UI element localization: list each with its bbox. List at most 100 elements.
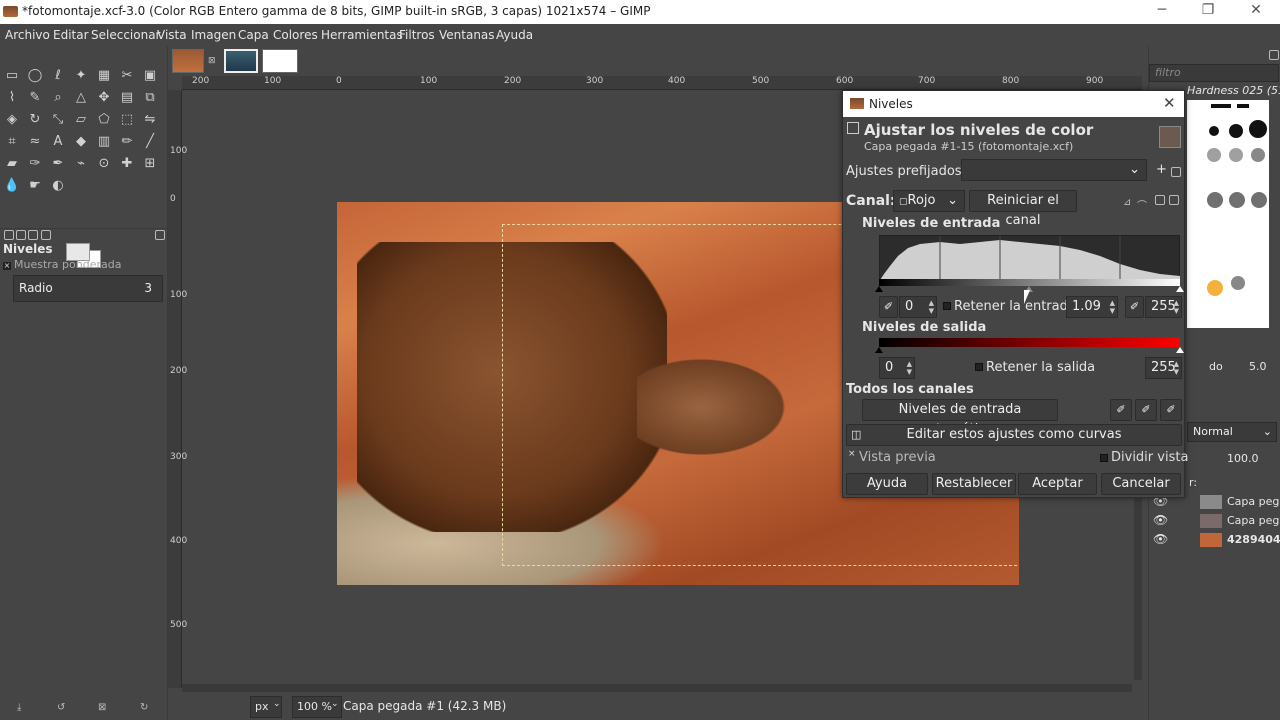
zoom-icon[interactable]: ⌕: [49, 89, 67, 107]
paths-icon[interactable]: ⌇: [3, 89, 21, 107]
measure-icon[interactable]: △: [72, 89, 90, 107]
black-point-picker-icon[interactable]: ✐: [879, 296, 898, 318]
dialog-close-icon[interactable]: ✕: [1163, 94, 1176, 112]
delete-options-icon[interactable]: ⊠: [98, 702, 108, 713]
channel-select[interactable]: ▢Rojo ⌄: [893, 190, 965, 212]
align-icon[interactable]: ▤: [118, 89, 136, 107]
output-low-handle[interactable]: [875, 347, 883, 353]
crop-icon[interactable]: ⧉: [141, 89, 159, 107]
ok-button[interactable]: Aceptar: [1018, 473, 1097, 495]
restore-options-icon[interactable]: ↺: [57, 702, 67, 713]
fuzzy-select-icon[interactable]: ✦: [72, 67, 90, 85]
device-status-tab-icon[interactable]: [41, 230, 51, 240]
white-point-picker-icon[interactable]: ✐: [1125, 296, 1144, 318]
brush-item[interactable]: [1237, 104, 1249, 108]
reset-channel-button[interactable]: Reiniciar el canal: [969, 190, 1077, 228]
brush-item[interactable]: [1231, 276, 1245, 290]
keep-output-checkbox[interactable]: [975, 363, 983, 371]
menu-colores[interactable]: Colores: [273, 28, 318, 42]
brush-item[interactable]: [1249, 120, 1267, 138]
add-preset-icon[interactable]: +: [1156, 162, 1167, 177]
histogram-toggle-icon[interactable]: [1155, 195, 1165, 205]
color-picker-icon[interactable]: ✎: [26, 89, 44, 107]
image-tab-3[interactable]: [262, 49, 298, 73]
black-picker-icon[interactable]: ✐: [1110, 399, 1132, 421]
brush-item[interactable]: [1229, 148, 1243, 162]
input-low-field[interactable]: 0 ▲ ▼: [899, 296, 937, 318]
menu-ayuda[interactable]: Ayuda: [496, 28, 533, 42]
radius-field[interactable]: Radio 3: [13, 275, 163, 302]
perspective-clone-icon[interactable]: ⊞: [141, 155, 159, 173]
spin-arrows-icon[interactable]: ▲ ▼: [929, 299, 934, 315]
presets-select[interactable]: ⌄: [961, 159, 1147, 181]
scale-icon[interactable]: ⤡: [49, 111, 67, 129]
scissors-icon[interactable]: ✂: [118, 67, 136, 85]
keep-input-checkbox[interactable]: [943, 302, 951, 310]
log-histogram-icon[interactable]: ⌒: [1137, 197, 1147, 212]
undo-history-tab-icon[interactable]: [16, 230, 26, 240]
blur-icon[interactable]: 💧: [3, 177, 21, 195]
move-icon[interactable]: ✥: [95, 89, 113, 107]
save-options-icon[interactable]: ⤓: [17, 702, 27, 713]
paintbrush-icon[interactable]: ╱: [141, 133, 159, 151]
image-tab-1[interactable]: [172, 49, 204, 73]
preset-menu-icon[interactable]: [1171, 167, 1181, 177]
color-select-icon[interactable]: ▦: [95, 67, 113, 85]
layer-row[interactable]: 👁 Capa pega: [1149, 512, 1280, 531]
eraser-icon[interactable]: ▰: [3, 155, 21, 173]
text-icon[interactable]: A: [49, 133, 67, 151]
eye-icon[interactable]: 👁: [1153, 532, 1168, 546]
mypaint-brush-icon[interactable]: ⌁: [72, 155, 90, 173]
white-picker-icon[interactable]: ✐: [1160, 399, 1182, 421]
gradient-icon[interactable]: ▥: [95, 133, 113, 151]
menu-vista[interactable]: Vista: [157, 28, 187, 42]
ellipse-select-icon[interactable]: ◯: [26, 67, 44, 85]
rotate-icon[interactable]: ↻: [26, 111, 44, 129]
input-high-field[interactable]: 255 ▲ ▼: [1145, 296, 1182, 318]
gray-picker-icon[interactable]: ✐: [1135, 399, 1157, 421]
spin-arrows-icon[interactable]: ▲ ▼: [907, 360, 912, 376]
heal-icon[interactable]: ✚: [118, 155, 136, 173]
dock-menu-icon-right[interactable]: [1269, 50, 1279, 60]
brush-item[interactable]: [1209, 126, 1219, 136]
foreground-select-icon[interactable]: ▣: [141, 67, 159, 85]
dock-menu-icon[interactable]: [155, 230, 165, 240]
pencil-icon[interactable]: ✏: [118, 133, 136, 151]
cancel-button[interactable]: Cancelar: [1101, 473, 1181, 495]
help-button[interactable]: Ayuda: [846, 473, 928, 495]
cage-transform-icon[interactable]: ⌗: [3, 133, 21, 151]
menu-editar[interactable]: Editar: [53, 28, 89, 42]
close-tab-icon[interactable]: ⊠: [208, 56, 218, 66]
spin-arrows-icon[interactable]: ▲ ▼: [1174, 299, 1179, 315]
menu-archivo[interactable]: Archivo: [5, 28, 50, 42]
layer-opacity-value[interactable]: 100.0: [1227, 452, 1259, 465]
linear-histogram-icon[interactable]: ⊿: [1123, 197, 1133, 208]
reset-button[interactable]: Restablecer: [932, 473, 1016, 495]
spacing-value[interactable]: 5.0: [1249, 360, 1267, 373]
brush-item[interactable]: [1211, 104, 1231, 108]
image-tab-2[interactable]: [224, 49, 258, 73]
edit-as-curves-button[interactable]: ◫ Editar estos ajustes como curvas: [846, 424, 1182, 446]
brush-item[interactable]: [1207, 192, 1223, 208]
menu-herramientas[interactable]: Herramientas: [321, 28, 403, 42]
bucket-fill-icon[interactable]: ◆: [72, 133, 90, 151]
dodge-burn-icon[interactable]: ◐: [49, 177, 67, 195]
warp-icon[interactable]: ≈: [26, 133, 44, 151]
layer-mode-select[interactable]: Normal ⌄: [1187, 422, 1277, 442]
menu-imagen[interactable]: Imagen: [191, 28, 236, 42]
shear-icon[interactable]: ▱: [72, 111, 90, 129]
brush-grid[interactable]: [1187, 100, 1269, 328]
spin-arrows-icon[interactable]: ▲ ▼: [1110, 299, 1115, 315]
white-point-handle[interactable]: [1176, 286, 1184, 292]
output-low-field[interactable]: 0 ▲ ▼: [879, 357, 915, 379]
auto-levels-button[interactable]: Niveles de entrada automáticos: [862, 399, 1058, 437]
brush-item[interactable]: [1229, 192, 1245, 208]
brush-item[interactable]: [1251, 148, 1265, 162]
close-icon[interactable]: ✕: [1236, 2, 1276, 22]
unit-select[interactable]: px ⌄: [250, 696, 282, 718]
layer-row[interactable]: 👁 4289404: [1149, 531, 1280, 550]
tool-options-tab-icon[interactable]: [4, 230, 14, 240]
horizontal-scrollbar[interactable]: [182, 684, 1132, 692]
sample-average-checkbox[interactable]: × Muestra ponderada: [3, 258, 121, 271]
output-sliders[interactable]: [875, 347, 1184, 354]
